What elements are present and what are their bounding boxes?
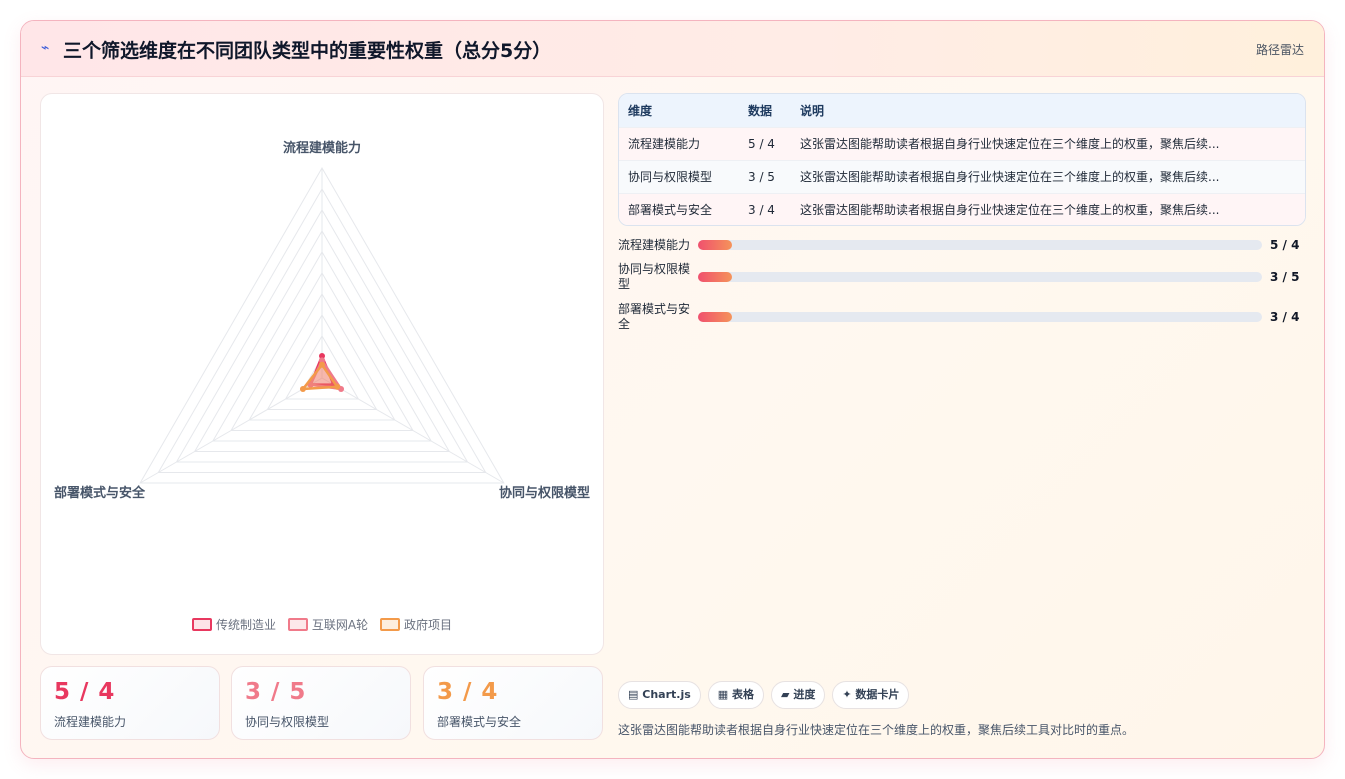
- table-row: 流程建模能力 5 / 4 这张雷达图能帮助读者根据自身行业快速定位在三个维度上的…: [619, 126, 1305, 160]
- progress-value: 3 / 5: [1270, 270, 1300, 284]
- chart-legend: 传统制造业 互联网A轮 政府项目: [41, 616, 603, 633]
- progress-fill: [698, 312, 732, 322]
- progress-value: 3 / 4: [1270, 310, 1300, 324]
- radar-data-point: [319, 361, 325, 368]
- progress-track: [698, 312, 1262, 322]
- progress-fill: [698, 272, 732, 282]
- stat-card-collab: 3 / 5 协同与权限模型: [231, 666, 411, 740]
- progress-label: 部署模式与安全: [618, 302, 691, 331]
- path-radar-label: 路径雷达: [1255, 43, 1304, 57]
- footnote: 这张雷达图能帮助读者根据自身行业快速定位在三个维度上的权重，聚焦后续工具对比时的…: [618, 723, 1135, 737]
- progress-bars: 流程建模能力 5 / 4 协同与权限模型 3 / 5 部署模式与安全 3 / 4: [618, 233, 1306, 343]
- stat-value: 3 / 5: [245, 679, 307, 705]
- table-cell: 3 / 4: [739, 192, 791, 225]
- table-cell: 这张雷达图能帮助读者根据自身行业快速定位在三个维度上的权重，聚焦后续...: [791, 126, 1305, 160]
- table-row: 协同与权限模型 3 / 5 这张雷达图能帮助读者根据自身行业快速定位在三个维度上…: [619, 159, 1305, 193]
- table-cell: 这张雷达图能帮助读者根据自身行业快速定位在三个维度上的权重，聚焦后续...: [791, 192, 1305, 225]
- progress-value: 5 / 4: [1270, 238, 1300, 252]
- table-cell: 协同与权限模型: [619, 159, 739, 193]
- radar-axis-label: 流程建模能力: [283, 140, 361, 156]
- page-title: 三个筛选维度在不同团队类型中的重要性权重（总分5分）: [63, 40, 552, 62]
- chip-table[interactable]: ▦ 表格: [707, 681, 765, 709]
- table-cell: 3 / 5: [739, 159, 791, 193]
- stat-card-process: 5 / 4 流程建模能力: [40, 666, 220, 740]
- radar-axis-label: 协同与权限模型: [499, 485, 590, 501]
- stat-label: 协同与权限模型: [245, 715, 330, 729]
- progress-track: [698, 272, 1262, 282]
- legend-swatch: [379, 618, 400, 631]
- table-cell: 部署模式与安全: [619, 192, 739, 225]
- legend-label: 传统制造业: [216, 618, 277, 632]
- chip-chartjs[interactable]: ▤ Chart.js: [618, 681, 701, 709]
- radar-data-point: [334, 383, 341, 390]
- table-icon: ▦: [717, 688, 729, 701]
- dimension-table: 维度 数据 说明 流程建模能力 5 / 4 这张雷达图能帮助读者根据自身行业快速…: [618, 93, 1306, 226]
- radar-card: ⌁ 三个筛选维度在不同团队类型中的重要性权重（总分5分） 路径雷达 流程建模能力…: [20, 20, 1325, 759]
- chip-progress[interactable]: ▰ 进度: [771, 681, 826, 709]
- chip-label: 数据卡片: [855, 688, 900, 701]
- table-cell: 5 / 4: [739, 126, 791, 160]
- radar-axis-label: 部署模式与安全: [54, 485, 146, 501]
- progress-fill: [698, 240, 732, 250]
- card-header: ⌁ 三个筛选维度在不同团队类型中的重要性权重（总分5分） 路径雷达: [21, 21, 1324, 77]
- column-header-dimension: 维度: [619, 94, 739, 127]
- stat-label: 流程建模能力: [54, 715, 127, 729]
- progress-track: [698, 240, 1262, 250]
- legend-swatch: [287, 618, 308, 631]
- chart-icon: ▤: [628, 688, 639, 701]
- table-cell: 流程建模能力: [619, 126, 739, 160]
- lightning-icon: ⌁: [41, 40, 50, 56]
- chip-label: 进度: [793, 688, 816, 701]
- table-header-row: 维度 数据 说明: [619, 94, 1305, 127]
- column-header-data: 数据: [739, 94, 791, 127]
- legend-label: 互联网A轮: [311, 618, 369, 632]
- radar-data-point: [299, 386, 306, 392]
- legend-label: 政府项目: [403, 618, 452, 632]
- table-row: 部署模式与安全 3 / 4 这张雷达图能帮助读者根据自身行业快速定位在三个维度上…: [619, 192, 1305, 225]
- progress-icon: ▰: [781, 688, 790, 701]
- chip-label: 表格: [732, 688, 755, 701]
- radar-chart: 流程建模能力协同与权限模型 部署模式与安全: [54, 140, 590, 501]
- legend-item-2[interactable]: 政府项目: [379, 616, 452, 633]
- stat-card-deploy: 3 / 4 部署模式与安全: [423, 666, 603, 740]
- chip-label: Chart.js: [642, 688, 691, 701]
- progress-label: 流程建模能力: [618, 238, 691, 252]
- table-cell: 这张雷达图能帮助读者根据自身行业快速定位在三个维度上的权重，聚焦后续...: [791, 159, 1305, 193]
- legend-item-0[interactable]: 传统制造业: [192, 616, 276, 633]
- legend-item-1[interactable]: 互联网A轮: [287, 616, 369, 633]
- view-chips: ▤ Chart.js ▦ 表格 ▰ 进度 ✦ 数据卡片: [618, 681, 916, 711]
- column-header-description: 说明: [791, 94, 1305, 127]
- stat-value: 5 / 4: [54, 679, 116, 705]
- chip-data-card[interactable]: ✦ 数据卡片: [832, 681, 910, 709]
- stat-value: 3 / 4: [437, 679, 499, 705]
- stat-label: 部署模式与安全: [437, 715, 522, 729]
- radar-chart-panel: 流程建模能力协同与权限模型 部署模式与安全 传统制造业 互联网A轮 政府项目: [40, 93, 604, 655]
- progress-label: 协同与权限模型: [618, 262, 691, 291]
- card-icon: ✦: [842, 688, 852, 701]
- legend-swatch: [192, 618, 213, 631]
